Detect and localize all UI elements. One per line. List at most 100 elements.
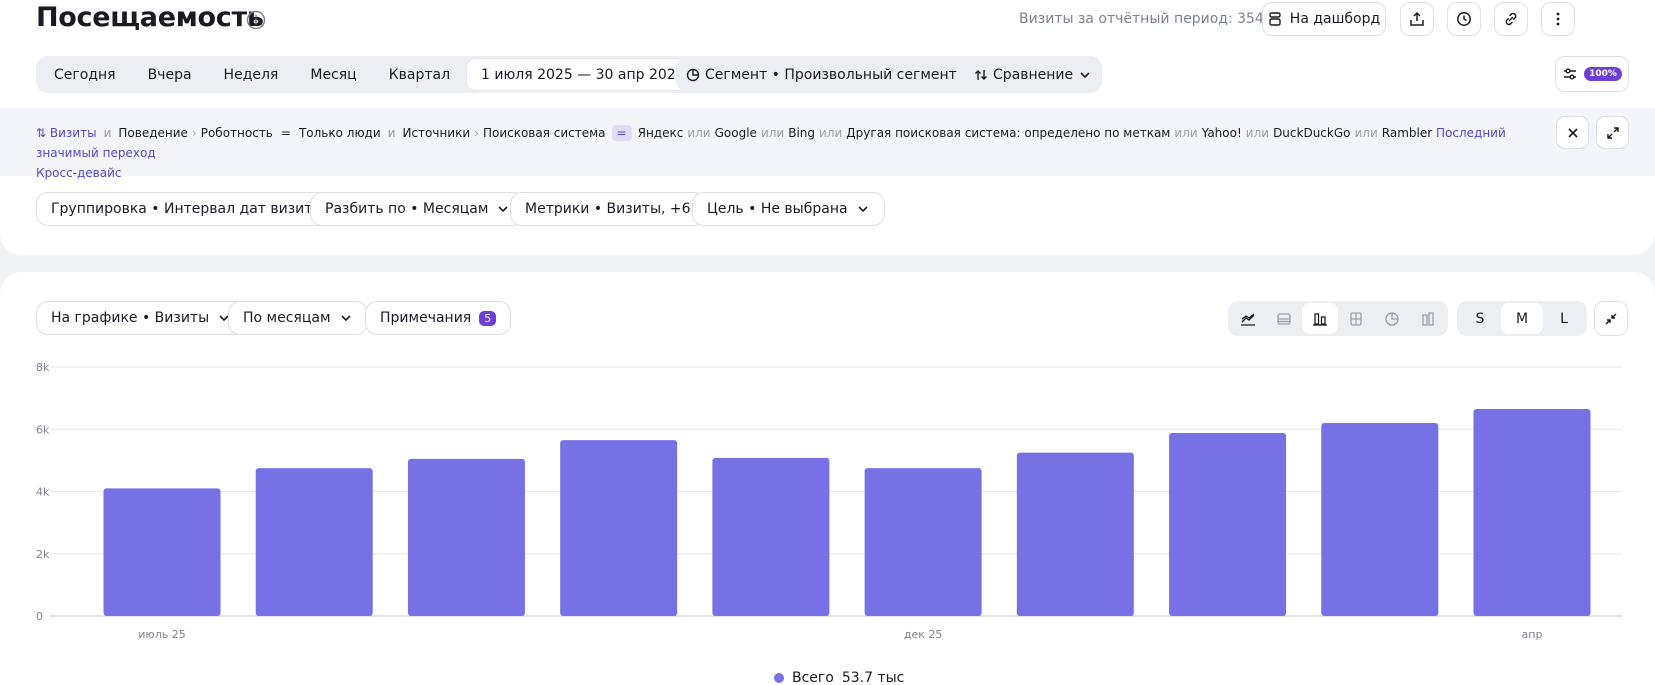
period-today[interactable]: Сегодня [38,58,132,91]
collapse-icon [1605,313,1617,324]
chevron-right-icon: › [474,126,479,140]
area-chart-icon [1277,312,1291,325]
period-selector: Сегодня Вчера Неделя Месяц Квартал 1 июл… [36,56,728,93]
chevron-down-icon [498,206,508,213]
chevron-down-icon [340,315,351,322]
x-tick-label: июль 25 [138,628,185,641]
bar [1169,432,1287,616]
filter-robotness[interactable]: Роботность [201,126,273,140]
chart-type-area[interactable] [1266,303,1302,334]
bar-chart-icon [1313,312,1327,326]
y-tick-label: 6k [36,423,50,436]
period-week[interactable]: Неделя [208,58,295,91]
compare-label: Сравнение [993,66,1074,83]
split-by-label: Разбить по • Месяцам [325,201,489,217]
y-tick-label: 2k [36,548,50,561]
chart-type-bar[interactable] [1302,303,1338,334]
stacked-bar-icon [1350,311,1362,326]
split-by-button[interactable]: Разбить по • Месяцам [310,192,526,226]
period-quarter[interactable]: Квартал [373,58,466,91]
y-tick-label: 8k [36,361,50,374]
chart-size-l[interactable]: L [1543,303,1585,334]
pie-segment-icon [686,68,700,81]
period-yesterday[interactable]: Вчера [132,58,208,91]
filter-and: и [103,126,112,140]
more-options-button[interactable] [1541,2,1575,36]
filter-equals: = [280,126,291,140]
segment-selector[interactable]: Сегмент • Произвольный сегмент [676,56,986,93]
filter-or: или [1354,126,1378,140]
copy-link-button[interactable] [1494,2,1528,36]
clear-filters-button[interactable] [1556,116,1589,149]
chart-size-switcher: S M L [1457,301,1587,336]
page-title: Посещаемость [36,2,264,33]
filter-or: или [687,126,711,140]
bar [255,468,373,616]
segment-label: Сегмент • Произвольный сегмент [705,66,957,83]
bar [103,488,221,616]
chevron-right-icon: › [191,126,197,140]
bar [1473,409,1591,616]
chart-type-line[interactable] [1230,303,1266,334]
detalization-label: По месяцам [243,310,331,326]
filter-equals-badge: = [611,125,632,141]
filter-conditions[interactable]: ⇅ Визиты и Поведение › Роботность = Только люд… [36,123,1546,183]
attribution-cross-device[interactable]: Кросс-девайс [36,166,122,180]
bar [864,468,982,616]
chevron-down-icon [1080,71,1090,78]
collapse-chart-button[interactable] [1594,301,1628,336]
compare-selector[interactable]: Сравнение [964,56,1103,93]
sampling-badge: 100% [1584,67,1622,81]
columns-chart-icon [1422,311,1434,326]
notes-button[interactable]: Примечания 5 [365,301,512,335]
settings-sampling-button[interactable]: 100% [1555,56,1629,92]
chart-type-columns[interactable] [1410,303,1446,334]
metrics-button[interactable]: Метрики • Визиты, +6 [510,192,706,226]
on-chart-metric-button[interactable]: На графике • Визиты [36,301,247,335]
filter-other-engine: Другая поисковая система: определено по … [846,126,1171,140]
grouping-button[interactable]: Группировка • Интервал дат визита [36,192,337,226]
metrics-label: Метрики • Визиты, +6 [525,201,691,217]
filter-humans-only[interactable]: Только люди [299,126,381,140]
filter-and: и [387,126,396,140]
dashboard-button-label: На дашборд [1289,11,1381,27]
goal-button[interactable]: Цель • Не выбрана [692,192,885,226]
x-tick-label: дек 25 [904,628,943,641]
filter-google: Google [714,126,757,140]
chart-type-pie[interactable] [1374,303,1410,334]
sliders-icon [1564,68,1577,80]
filter-or: или [1174,126,1198,140]
chart-size-s[interactable]: S [1459,303,1501,334]
x-tick-label: апр [1522,628,1543,641]
chart-size-m[interactable]: M [1501,303,1543,334]
dashboard-icon [1269,12,1281,26]
expand-filters-button[interactable] [1596,116,1629,149]
notes-count-badge: 5 [479,310,497,326]
grouping-label: Группировка • Интервал дат визита [51,201,322,217]
goal-label: Цель • Не выбрана [707,201,848,217]
expand-icon [1606,126,1619,139]
filter-yandex: Яндекс [637,126,684,140]
filter-behavior[interactable]: Поведение [118,126,188,140]
filter-visits-icon: ⇅ [36,126,50,140]
chart-type-stacked-bar[interactable] [1338,303,1374,334]
y-tick-label: 0 [36,610,43,623]
bar [1321,423,1439,616]
export-button[interactable] [1400,2,1434,36]
filter-duckduckgo: DuckDuckGo [1273,126,1351,140]
filter-search-engine[interactable]: Поисковая система [483,126,606,140]
filter-visits[interactable]: Визиты [50,126,97,140]
filter-sources[interactable]: Источники [402,126,470,140]
date-range-label: 1 июля 2025 — 30 апр 2026 [481,66,685,83]
line-chart-icon [1241,312,1255,326]
period-month[interactable]: Месяц [294,58,372,91]
info-icon[interactable] [246,10,266,30]
filter-or: или [819,126,843,140]
visits-total-label: Визиты за отчётный период: 354 717 [1019,11,1295,27]
legend-marker [774,673,784,683]
chart-type-switcher [1228,301,1448,336]
history-button[interactable] [1447,2,1481,36]
add-to-dashboard-button[interactable]: На дашборд [1262,2,1386,36]
detalization-button[interactable]: По месяцам [228,301,368,335]
chevron-down-icon [858,206,868,213]
